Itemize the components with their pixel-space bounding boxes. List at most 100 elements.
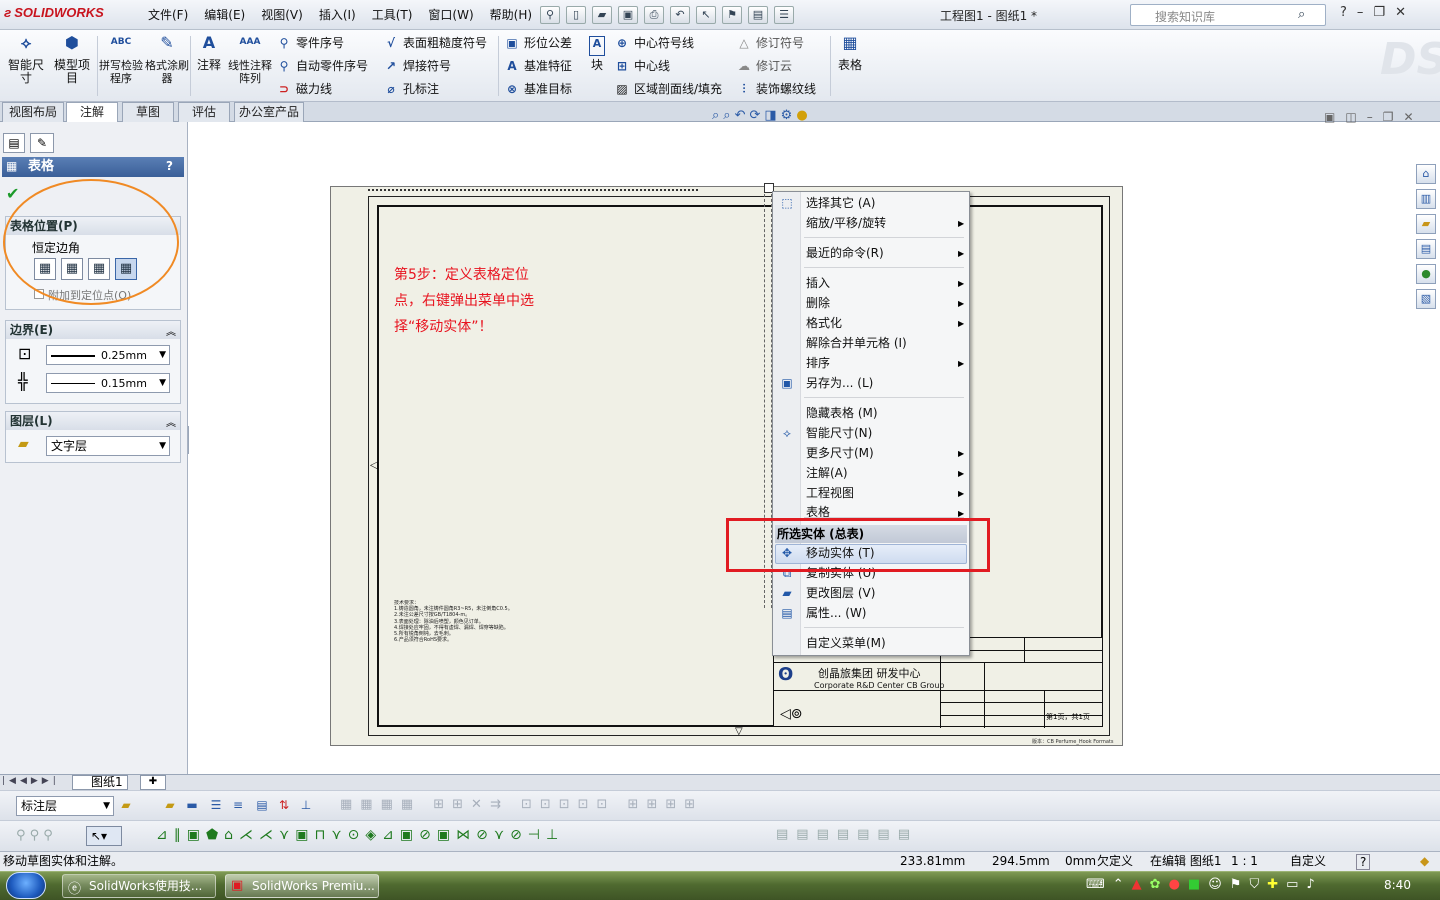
new-document-icon[interactable]: ▯ [566, 6, 586, 24]
auto-balloon-button[interactable]: ⚲ 自动零件序号 [276, 57, 368, 75]
add-sheet-icon[interactable]: ✚ [140, 775, 166, 790]
linear-note-pattern-button[interactable]: AAA 线性注释阵列 [228, 36, 272, 85]
pin-icon[interactable]: ⚲ [540, 6, 560, 24]
options-icon[interactable]: ☰ [774, 6, 794, 24]
layer-combo[interactable]: 标注层 ▼ [16, 796, 114, 816]
line-thickness-icon[interactable]: ☰ [208, 797, 224, 813]
menu-window[interactable]: 窗口(W) [420, 0, 481, 30]
menu-tools[interactable]: 工具(T) [364, 0, 421, 30]
menu-edit[interactable]: 编辑(E) [196, 0, 253, 30]
home-icon[interactable]: ⌂ [1416, 164, 1436, 184]
network-icon[interactable]: ▭ [1286, 877, 1298, 892]
tab-office-products[interactable]: 办公室产品 [234, 102, 304, 122]
block-button[interactable]: A块 [584, 36, 610, 72]
line-color-icon[interactable]: ▬ [184, 797, 200, 813]
design-library-icon[interactable]: ▥ [1416, 189, 1436, 209]
menu-insert[interactable]: 插入(I) [311, 0, 364, 30]
datum-feature-button[interactable]: A 基准特征 [504, 57, 572, 75]
revision-symbol-button[interactable]: △ 修订符号 [736, 34, 804, 52]
search-icon[interactable]: ⌕ [1298, 7, 1305, 22]
rebuild-icon[interactable]: ⚑ [722, 6, 742, 24]
previous-view-icon[interactable]: ↶ [735, 108, 746, 123]
tab-evaluate[interactable]: 评估 [178, 102, 230, 122]
tray-arrow-icon[interactable]: ⌃ [1113, 877, 1124, 892]
property-manager-tab-icon[interactable]: ✎ [30, 133, 54, 153]
context-menu-item[interactable]: 注解(A) [806, 463, 848, 483]
tray-app-icon[interactable]: ■ [1188, 877, 1200, 892]
volume-icon[interactable]: ♪ [1306, 877, 1314, 892]
filter-icon[interactable]: ⚲ ⚲ ⚲ [16, 828, 53, 843]
status-scale[interactable]: 1 : 1 [1231, 852, 1258, 871]
undo-icon[interactable]: ↶ [670, 6, 690, 24]
line-style-icon[interactable]: ≡ [230, 797, 246, 813]
context-menu-item[interactable]: 更多尺寸(M) [806, 443, 874, 463]
model-items-button[interactable]: ⬢ 模型项目 [50, 35, 94, 85]
layer-icon[interactable]: ▰ [162, 797, 178, 813]
context-menu-item[interactable]: 插入 [806, 273, 830, 293]
tray-app-icon[interactable]: ☺ [1208, 877, 1222, 892]
appearances-icon[interactable]: ● [1416, 264, 1436, 284]
file-properties-icon[interactable]: ▤ [748, 6, 768, 24]
hole-callout-button[interactable]: ⌀ 孔标注 [383, 80, 439, 98]
tray-app-icon[interactable]: ✿ [1150, 877, 1161, 892]
select-arrow-icon[interactable]: ↖ [696, 6, 716, 24]
close-icon[interactable]: ✕ [1395, 5, 1406, 20]
border-header[interactable]: 边界(E) [6, 321, 180, 339]
tab-annotation[interactable]: 注解 [66, 102, 118, 123]
context-menu-item[interactable]: 属性... (W) [806, 603, 867, 623]
sheet-nav-arrows[interactable]: |◀◀▶▶| [2, 776, 60, 786]
sheet-tab-1[interactable]: 图纸1 [72, 775, 128, 790]
tab-sketch[interactable]: 草图 [122, 102, 174, 122]
display-style-icon[interactable]: ◨ [764, 108, 776, 123]
layer-header[interactable]: 图层(L) [6, 412, 180, 430]
area-hatch-button[interactable]: ▨ 区域剖面线/填充 [614, 80, 722, 98]
search-knowledge-input[interactable]: 搜索知识库 [1130, 4, 1326, 26]
geometric-tolerance-button[interactable]: ▣ 形位公差 [504, 34, 572, 52]
tile-icon[interactable]: ▣ [1324, 110, 1335, 124]
hide-edge-icon[interactable]: ▤ [254, 797, 270, 813]
layer-properties-icon[interactable]: ▰ [118, 797, 134, 813]
weld-symbol-button[interactable]: ↗ 焊接符号 [383, 57, 451, 75]
color-display-icon[interactable]: ⇅ [276, 797, 292, 813]
collapse-icon[interactable]: ︽ [166, 323, 176, 338]
help-icon[interactable]: ? [1340, 5, 1347, 20]
status-help[interactable]: ? [1356, 854, 1371, 870]
select-tool-button[interactable]: ↖▾ [86, 826, 122, 846]
view-settings-icon[interactable]: ⚙ [781, 108, 793, 123]
context-menu-item[interactable]: 工程视图 [806, 483, 854, 503]
context-menu-item[interactable]: 表格 [806, 503, 830, 517]
panel-help-icon[interactable]: ? [166, 159, 173, 173]
zoom-fit-icon[interactable]: ⌕ [712, 108, 719, 123]
taskbar-clock[interactable]: 8:40 [1384, 878, 1411, 892]
inner-border-select[interactable]: 0.15mm ▼ [46, 373, 170, 393]
tray-app-icon[interactable]: ▲ [1132, 877, 1142, 892]
context-menu-item[interactable]: 排序 [806, 353, 830, 373]
view-palette-icon[interactable]: ▤ [1416, 239, 1436, 259]
start-button[interactable] [6, 872, 46, 899]
format-painter-button[interactable]: ✎ 格式涂刷器 [145, 35, 189, 86]
context-menu-item[interactable]: 隐藏表格 (M) [806, 403, 878, 423]
open-folder-icon[interactable]: ▰ [592, 6, 612, 24]
cosmetic-thread-button[interactable]: ⫶ 装饰螺纹线 [736, 80, 816, 98]
collapse-icon[interactable]: ︽ [166, 414, 176, 429]
datum-target-button[interactable]: ⊗ 基准目标 [504, 80, 572, 98]
status-units[interactable]: 自定义 [1290, 852, 1326, 871]
shield-icon[interactable]: ⛉ [1249, 877, 1259, 892]
feature-tree-tab-icon[interactable]: ▤ [3, 133, 25, 153]
balloon-button[interactable]: ⚲ 零件序号 [276, 34, 344, 52]
tag-icon[interactable]: ◆ [1420, 852, 1429, 871]
context-menu-item[interactable]: 格式化 [806, 313, 842, 333]
taskbar-item-solidworks-premium[interactable]: SolidWorks Premiu... [225, 874, 379, 898]
split-icon[interactable]: ◫ [1345, 110, 1356, 124]
appearance-icon[interactable]: ● [796, 108, 807, 123]
solidworks-logo[interactable]: ƨ SOLIDWORKS [4, 5, 122, 25]
context-menu-item[interactable]: 另存为... (L) [806, 373, 873, 393]
line-format-icon[interactable]: ⊥ [298, 797, 314, 813]
rotate-view-icon[interactable]: ⟳ [749, 108, 760, 123]
zoom-area-icon[interactable]: ⌕ [723, 108, 730, 123]
menu-help[interactable]: 帮助(H) [482, 0, 540, 30]
spell-check-button[interactable]: ABC 拼写检验程序 [99, 36, 143, 85]
save-icon[interactable]: ▣ [618, 6, 638, 24]
custom-properties-icon[interactable]: ▧ [1416, 289, 1436, 309]
restore-icon[interactable]: ❐ [1373, 5, 1385, 20]
